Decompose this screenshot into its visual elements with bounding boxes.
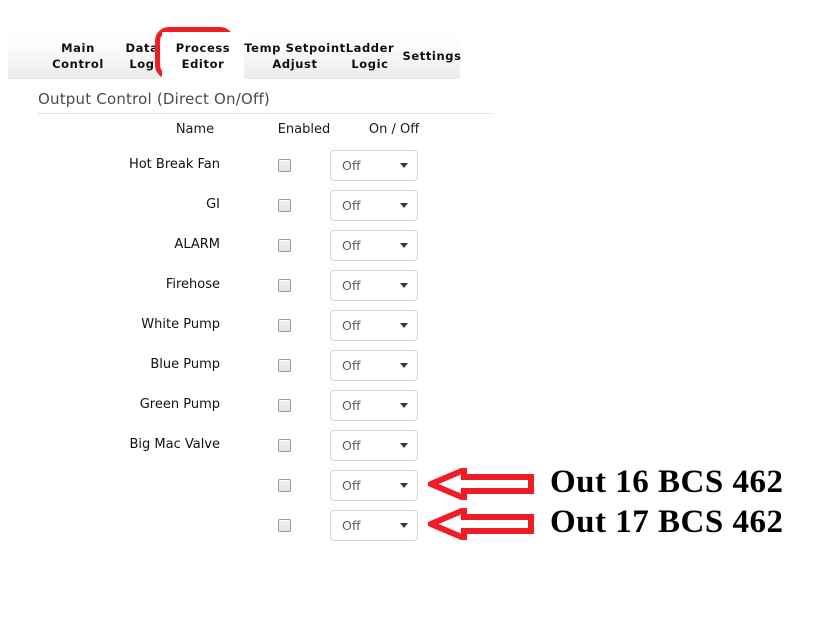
row-enabled-checkbox[interactable] [278,319,291,332]
row-enabled-checkbox[interactable] [278,519,291,532]
left-arrow-icon [428,508,534,540]
table-row: Off [38,468,492,508]
row-onoff-select[interactable]: Off [330,230,418,261]
row-name-label: Blue Pump [150,357,220,372]
row-onoff-select-value: Off [342,398,361,413]
table-row: Hot Break Fan Off [38,148,492,188]
table-row: Firehose Off [38,268,492,308]
panel-divider [38,113,492,114]
row-name-label: Green Pump [139,397,220,412]
table-row: Off [38,508,492,548]
column-header-onoff: On / Off [368,122,420,137]
row-enabled-checkbox[interactable] [278,199,291,212]
chevron-down-icon [400,203,408,208]
row-onoff-select[interactable]: Off [330,390,418,421]
row-onoff-select-value: Off [342,238,361,253]
row-enabled-checkbox[interactable] [278,279,291,292]
annotation-out-16-label: Out 16 BCS 462 [550,464,784,500]
chevron-down-icon [400,323,408,328]
row-name-label: Firehose [165,277,220,292]
column-header-name: Name [175,122,215,137]
row-onoff-select[interactable]: Off [330,350,418,381]
table-row: Green Pump Off [38,388,492,428]
tab-settings[interactable]: Settings [396,32,468,79]
row-onoff-select[interactable]: Off [330,150,418,181]
chevron-down-icon [400,163,408,168]
row-enabled-checkbox[interactable] [278,159,291,172]
row-onoff-select-value: Off [342,278,361,293]
row-name-label: Hot Break Fan [128,157,220,172]
tab-temp-setpoint-adjust[interactable]: Temp Setpoint Adjust [236,32,354,79]
output-control-panel: Output Control (Direct On/Off) [38,90,492,114]
chevron-down-icon [400,283,408,288]
row-onoff-select-value: Off [342,158,361,173]
row-enabled-checkbox[interactable] [278,479,291,492]
navigation-tab-bar: Main Control Data Log Process Editor Tem… [8,32,461,79]
row-name-label: ALARM [174,237,220,252]
row-onoff-select[interactable]: Off [330,310,418,341]
tab-main-control[interactable]: Main Control [38,32,118,79]
table-header-row: Name Enabled On / Off [38,122,492,142]
row-name-label: GI [206,197,220,212]
chevron-down-icon [400,243,408,248]
row-name-label: White Pump [141,317,220,332]
row-onoff-select-value: Off [342,518,361,533]
tab-ladder-logic-line2: Logic [351,56,389,71]
row-onoff-select[interactable]: Off [330,510,418,541]
chevron-down-icon [400,403,408,408]
tab-data-log-line2: Log [129,56,155,71]
row-onoff-select[interactable]: Off [330,430,418,461]
row-enabled-checkbox[interactable] [278,439,291,452]
row-onoff-select-value: Off [342,198,361,213]
tab-settings-line1: Settings [402,48,462,63]
tab-temp-setpoint-adjust-line1: Temp Setpoint [244,40,346,55]
row-enabled-checkbox[interactable] [278,399,291,412]
chevron-down-icon [400,363,408,368]
row-onoff-select-value: Off [342,318,361,333]
row-onoff-select[interactable]: Off [330,470,418,501]
tab-ladder-logic[interactable]: Ladder Logic [338,32,402,79]
tab-data-log-line1: Data [125,40,159,55]
panel-title: Output Control (Direct On/Off) [38,90,270,108]
tab-process-editor-line2: Editor [181,56,225,71]
chevron-down-icon [400,523,408,528]
annotation-out-17-label: Out 17 BCS 462 [550,504,784,540]
chevron-down-icon [400,483,408,488]
row-onoff-select-value: Off [342,438,361,453]
table-row: White Pump Off [38,308,492,348]
tab-temp-setpoint-adjust-line2: Adjust [272,56,318,71]
row-onoff-select-value: Off [342,478,361,493]
row-onoff-select-value: Off [342,358,361,373]
chevron-down-icon [400,443,408,448]
row-name-label: Big Mac Valve [129,437,220,452]
tab-main-control-line1: Main [61,40,95,55]
table-row: GI Off [38,188,492,228]
row-onoff-select[interactable]: Off [330,270,418,301]
tab-process-editor-line1: Process [175,40,231,55]
table-row: Blue Pump Off [38,348,492,388]
tab-ladder-logic-line1: Ladder [345,40,395,55]
row-enabled-checkbox[interactable] [278,239,291,252]
column-header-enabled: Enabled [277,122,331,137]
tab-process-editor[interactable]: Process Editor [162,32,244,79]
row-onoff-select[interactable]: Off [330,190,418,221]
table-row: Big Mac Valve Off [38,428,492,468]
output-control-table: Hot Break Fan Off GI Off ALARM Off Firehose Off… [38,148,492,548]
table-row: ALARM Off [38,228,492,268]
row-enabled-checkbox[interactable] [278,359,291,372]
tab-main-control-line2: Control [52,56,104,71]
left-arrow-icon [428,468,534,500]
